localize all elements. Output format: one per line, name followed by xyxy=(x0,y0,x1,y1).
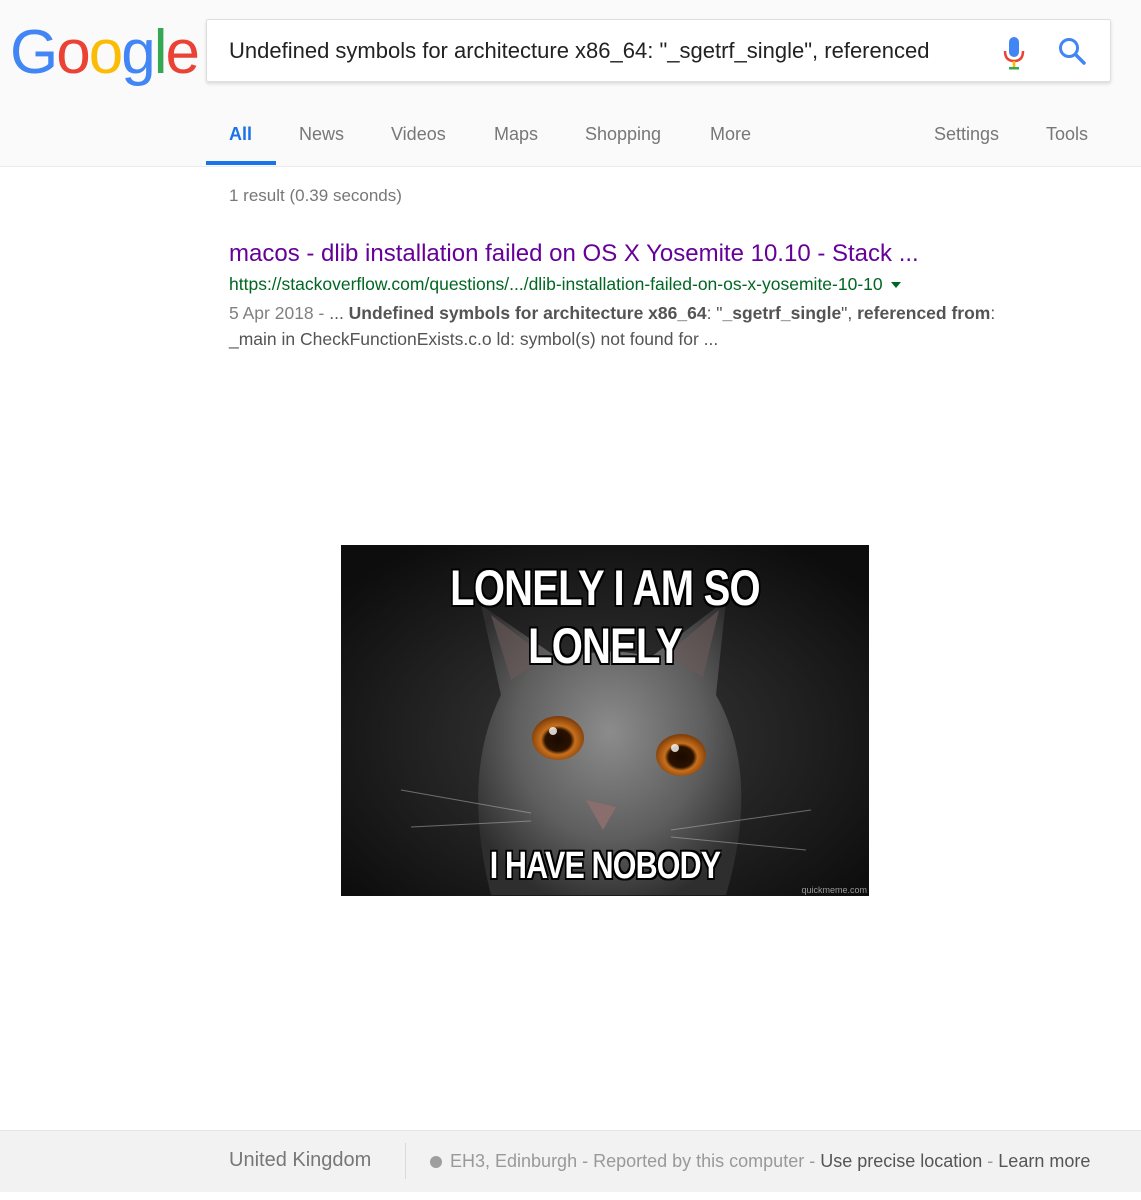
tab-tools[interactable]: Tools xyxy=(1046,112,1088,166)
tab-videos[interactable]: Videos xyxy=(391,112,446,166)
location-dot-icon xyxy=(430,1156,442,1168)
snippet-text: ... xyxy=(329,303,349,323)
footer-separator: - xyxy=(577,1151,594,1171)
tab-news[interactable]: News xyxy=(299,112,344,166)
result-url: https://stackoverflow.com/questions/.../… xyxy=(229,274,901,295)
footer: United Kingdom EH3, Edinburgh - Reported… xyxy=(0,1130,1141,1192)
footer-separator: - xyxy=(982,1151,999,1171)
logo-letter: g xyxy=(121,18,156,87)
url-dropdown-icon[interactable] xyxy=(890,282,901,289)
tab-all[interactable]: All xyxy=(229,112,252,166)
meme-image: LONELY I AM SO LONELY I HAVE NOBODY quic… xyxy=(341,545,869,896)
meme-top-caption: LONELY I AM SO LONELY xyxy=(450,560,760,674)
microphone-icon[interactable] xyxy=(1001,36,1027,70)
snippet-bold: _sgetrf_single xyxy=(722,303,842,323)
logo-letter: l xyxy=(153,18,168,87)
use-precise-location-link[interactable]: Use precise location xyxy=(820,1151,982,1171)
meme-bottom-caption: I HAVE NOBODY xyxy=(489,845,721,887)
search-icon[interactable] xyxy=(1057,36,1087,66)
tab-settings[interactable]: Settings xyxy=(934,112,999,166)
tab-maps[interactable]: Maps xyxy=(494,112,538,166)
learn-more-link[interactable]: Learn more xyxy=(998,1151,1090,1171)
result-snippet: 5 Apr 2018 - ... Undefined symbols for a… xyxy=(229,300,1089,352)
logo-letter: o xyxy=(88,18,124,87)
snippet-text: : xyxy=(990,303,996,323)
snippet-bold: Undefined symbols for architecture x86_6… xyxy=(348,303,707,323)
footer-country: United Kingdom xyxy=(229,1149,372,1171)
search-input[interactable] xyxy=(229,20,964,81)
footer-location: EH3, Edinburgh - Reported by this comput… xyxy=(430,1151,1090,1172)
active-tab-indicator xyxy=(206,161,276,165)
tab-shopping[interactable]: Shopping xyxy=(585,112,661,166)
snippet-line-2: _main in CheckFunctionExists.c.o ld: sym… xyxy=(229,329,719,349)
logo-letter: e xyxy=(165,18,200,87)
logo-letter: o xyxy=(56,18,91,87)
snippet-text: ", xyxy=(841,303,858,323)
result-url-text: https://stackoverflow.com/questions/.../… xyxy=(229,274,883,294)
footer-reported: Reported by this computer xyxy=(593,1151,805,1171)
tab-more[interactable]: More xyxy=(710,112,751,166)
search-box xyxy=(206,19,1111,82)
footer-divider xyxy=(405,1143,406,1179)
result-title-link[interactable]: macos - dlib installation failed on OS X… xyxy=(229,240,919,268)
footer-separator: - xyxy=(804,1151,821,1171)
result-date: 5 Apr 2018 - xyxy=(229,303,330,323)
google-logo[interactable]: Google xyxy=(10,18,200,87)
logo-letter: G xyxy=(10,18,58,87)
header: Google All News Videos Maps Shopping Mor… xyxy=(0,0,1141,167)
meme-watermark: quickmeme.com xyxy=(801,885,867,895)
footer-location-name: EH3, Edinburgh xyxy=(450,1151,578,1171)
snippet-text: : " xyxy=(706,303,723,323)
result-stats: 1 result (0.39 seconds) xyxy=(229,186,402,205)
snippet-bold: referenced from xyxy=(857,303,991,323)
